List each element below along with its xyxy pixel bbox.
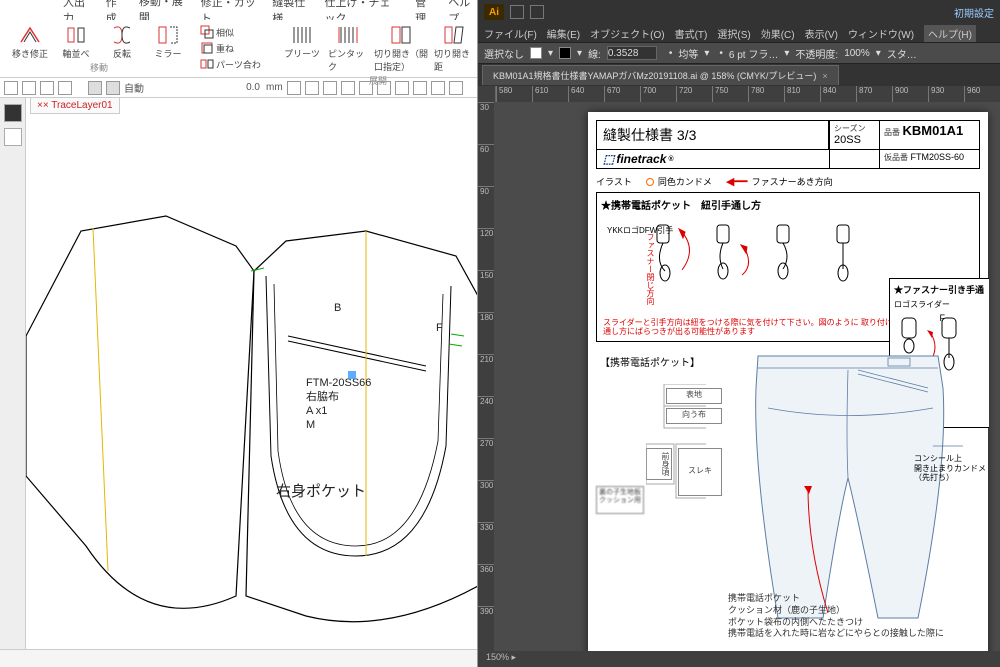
- tool-icon[interactable]: [106, 81, 120, 95]
- menu-item[interactable]: 選択(S): [717, 26, 750, 41]
- ai-control-bar: 選択なし ▾ ▾ 線: • 均等▾ • 6 pt フラ…▾ 不透明度: 100%…: [478, 42, 1000, 64]
- slash-dist-button[interactable]: 切り開き 距: [434, 23, 474, 73]
- top-tool[interactable]: [510, 5, 524, 19]
- move-fix-button[interactable]: 移き修正: [10, 23, 50, 60]
- ai-tabbar: KBM01A1規格書仕様書YAMAPガバMz20191108.ai @ 158%…: [478, 64, 1000, 86]
- value-field[interactable]: 0.0: [202, 82, 262, 93]
- horizontal-ruler: 5806106406707007207507808108408709009309…: [478, 86, 1000, 102]
- pocket-label: 右身ポケット: [276, 483, 366, 500]
- tool-icon[interactable]: [377, 81, 391, 95]
- tool-icon[interactable]: [413, 81, 427, 95]
- doc-header: 縫製仕様書 3/3 シーズン20SS 品番 KBM01A1 ⬚finetrack…: [596, 120, 980, 169]
- label-f: F: [436, 322, 443, 334]
- sidebar-tool[interactable]: [4, 128, 22, 146]
- menu-item[interactable]: 表示(V): [805, 26, 838, 41]
- artboard: 縫製仕様書 3/3 シーズン20SS 品番 KBM01A1 ⬚finetrack…: [588, 112, 988, 651]
- menu-item[interactable]: オブジェクト(O): [590, 26, 664, 41]
- lower-section: 【携帯電話ポケット】 表地 向う布 前身頃 スレキ 裏の子生地板 クッション用: [588, 348, 988, 648]
- tool-icon[interactable]: [449, 81, 463, 95]
- document-tab[interactable]: KBM01A1規格書仕様書YAMAPガバMz20191108.ai @ 158%…: [482, 65, 839, 85]
- tool-icon[interactable]: [305, 81, 319, 95]
- ai-workspace[interactable]: 306090120150180210240270300330360390 縫製仕…: [478, 102, 1000, 651]
- tool-icon[interactable]: [395, 81, 409, 95]
- ai-topbar: Ai 初期設定: [478, 0, 1000, 24]
- cad-toolbar: 自動 0.0 mm: [0, 78, 477, 98]
- brand-logo: ⬚finetrack®: [597, 150, 829, 168]
- doc-title: 縫製仕様書 3/3: [597, 121, 829, 149]
- pattern-drawing: B F FTM-20SS66 右脇布 A x1 M 右身ポケット: [26, 116, 477, 656]
- menu-dim: [28, 2, 39, 18]
- auto-label: 自動: [124, 80, 144, 95]
- tool-icon[interactable]: [58, 81, 72, 95]
- phone-pocket-label: 【携帯電話ポケット】: [600, 354, 700, 369]
- stroke-label: 線:: [588, 46, 601, 61]
- cad-statusbar: [0, 649, 477, 667]
- ai-menubar: ファイル(F) 編集(E) オブジェクト(O) 書式(T) 選択(S) 効果(C…: [478, 24, 1000, 42]
- brush-label[interactable]: 6 pt フラ…: [729, 46, 778, 61]
- menu-item[interactable]: ヘルプ(H): [924, 25, 976, 42]
- pattern-part: 右脇布: [306, 389, 339, 403]
- close-icon[interactable]: ×: [822, 71, 827, 81]
- tool-icon[interactable]: [4, 81, 18, 95]
- ai-statusbar: 150% ▸: [478, 651, 1000, 667]
- cad-ribbon: 移き修正 軸並べ 反転 ミラー 移動 相似 重ね パーツ合わ プリーツ ピンタッ…: [0, 20, 477, 78]
- pleats-button[interactable]: プリーツ: [282, 23, 322, 73]
- tool-icon[interactable]: [40, 81, 54, 95]
- illustrator-app: Ai 初期設定 ファイル(F) 編集(E) オブジェクト(O) 書式(T) 選択…: [478, 0, 1000, 667]
- uniform-label[interactable]: 均等: [678, 46, 698, 61]
- overlay-button[interactable]: 重ね: [200, 41, 270, 55]
- red-note: ファスナー閉じ方向: [645, 233, 656, 305]
- layer-tab[interactable]: ×× TraceLayer01: [30, 98, 120, 114]
- cad-menubar: 入出力 作成 移動・展開 修正・カット 縫製仕様 仕上げ・チェック 管理 ヘルプ: [0, 0, 477, 20]
- similar-button[interactable]: 相似: [200, 25, 270, 39]
- menu-item[interactable]: 効果(C): [761, 26, 795, 41]
- parts-combine-button[interactable]: パーツ合わ: [200, 57, 270, 71]
- fill-swatch[interactable]: [530, 47, 542, 59]
- opacity-value[interactable]: 100%: [844, 48, 870, 59]
- slash-open-button[interactable]: 切り開き（開口指定）: [374, 23, 428, 73]
- menu-item[interactable]: 書式(T): [675, 26, 708, 41]
- opacity-label: 不透明度:: [795, 46, 838, 61]
- label-b: B: [334, 302, 341, 314]
- tool-icon[interactable]: [359, 81, 373, 95]
- selection-label: 選択なし: [484, 46, 524, 61]
- pattern-grain: M: [306, 419, 315, 431]
- ai-logo-icon: Ai: [484, 4, 504, 20]
- ribbon-group-label: 移動: [90, 61, 108, 74]
- menu-item[interactable]: 編集(E): [547, 26, 580, 41]
- conceal-note: コンシール上 開き止まりカンドメ （先打ち）: [914, 454, 986, 483]
- cad-canvas[interactable]: ×× TraceLayer01 B F FTM-20SS66 右脇布 A x1: [0, 98, 477, 667]
- top-tool[interactable]: [530, 5, 544, 19]
- flip-button[interactable]: 反転: [102, 23, 142, 60]
- pintuck-button[interactable]: ピンタック: [328, 23, 368, 73]
- tool-icon[interactable]: [323, 81, 337, 95]
- tool-icon[interactable]: [431, 81, 445, 95]
- stroke-swatch[interactable]: [559, 47, 571, 59]
- style-label[interactable]: スタ…: [887, 46, 917, 61]
- mirror-button[interactable]: ミラー: [148, 23, 188, 60]
- unit-label: mm: [266, 82, 283, 93]
- sidebar-tool[interactable]: [4, 104, 22, 122]
- bottom-notes: 携帯電話ポケット クッション材（鹿の子生地） ポケット袋布の内側へたたきつけ 携…: [728, 593, 944, 640]
- pattern-qty: A x1: [306, 405, 327, 417]
- tool-icon[interactable]: [287, 81, 301, 95]
- pattern-code: FTM-20SS66: [306, 377, 371, 389]
- legend: イラスト 同色カンドメ ◀━━ファスナーあき方向: [588, 173, 988, 190]
- tool-icon[interactable]: [22, 81, 36, 95]
- cad-tool-sidebar: [0, 98, 26, 667]
- stroke-weight-input[interactable]: [607, 46, 657, 60]
- axis-align-button[interactable]: 軸並べ: [56, 23, 96, 60]
- pants-drawing: [738, 348, 968, 628]
- cad-app: 入出力 作成 移動・展開 修正・カット 縫製仕様 仕上げ・チェック 管理 ヘルプ…: [0, 0, 478, 667]
- menu-item[interactable]: ウィンドウ(W): [848, 26, 914, 41]
- workspace-label[interactable]: 初期設定: [954, 5, 994, 20]
- tool-icon[interactable]: [341, 81, 355, 95]
- vertical-ruler: 306090120150180210240270300330360390: [478, 102, 494, 651]
- menu-item[interactable]: ファイル(F): [484, 26, 537, 41]
- tool-icon[interactable]: [88, 81, 102, 95]
